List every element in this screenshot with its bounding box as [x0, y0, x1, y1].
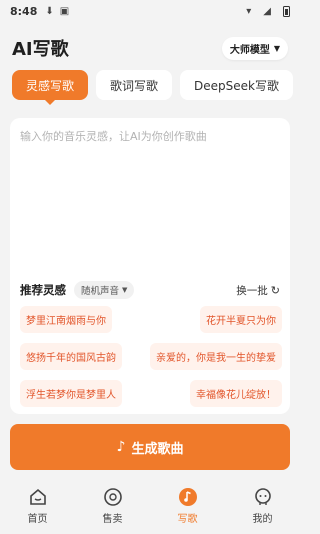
signal-icon: ◢: [263, 5, 271, 17]
status-bar: 8:48 ⬇ ▣ ▾ ◢: [0, 0, 300, 22]
nav-profile[interactable]: 我的: [233, 487, 293, 525]
mode-tabs: 灵感写歌 歌词写歌 DeepSeek写歌: [0, 70, 300, 106]
nav-write[interactable]: 写歌: [158, 487, 218, 525]
chip-row: 浮生若梦你是梦里人 幸福像花儿绽放！: [20, 380, 282, 407]
app-notification-icon: ▣: [59, 5, 70, 17]
recommend-header: 推荐灵感 随机声音 ▼ 换一批 ↻: [20, 280, 280, 300]
inspiration-chip[interactable]: 浮生若梦你是梦里人: [20, 380, 122, 407]
chip-row: 梦里江南烟雨与你 花开半夏只为你: [20, 306, 282, 333]
music-note-icon: ♪: [116, 439, 126, 455]
tab-lyrics[interactable]: 歌词写歌: [96, 70, 173, 100]
inspiration-chip[interactable]: 花开半夏只为你: [200, 306, 282, 333]
disc-icon: [103, 487, 123, 507]
inspiration-chip[interactable]: 亲爱的，你是我一生的挚爱: [150, 343, 282, 370]
app-header: AI写歌 大师模型 ▼: [0, 30, 300, 66]
generate-song-button[interactable]: ♪ 生成歌曲: [10, 424, 290, 470]
refresh-label: 换一批: [236, 284, 268, 297]
refresh-icon: ↻: [270, 283, 280, 297]
bottom-nav: 首页 售卖 写歌 我的: [0, 478, 300, 534]
chevron-down-icon: ▼: [273, 43, 280, 53]
voice-mode-label: 随机声音: [81, 286, 120, 297]
music-note-icon: [178, 487, 198, 507]
download-icon: ⬇: [45, 5, 54, 17]
home-icon: [28, 487, 48, 507]
refresh-button[interactable]: 换一批 ↻: [236, 283, 280, 298]
inspiration-chip[interactable]: 梦里江南烟雨与你: [20, 306, 112, 333]
inspiration-chip[interactable]: 幸福像花儿绽放！: [190, 380, 282, 407]
voice-mode-select[interactable]: 随机声音 ▼: [74, 281, 135, 299]
chip-row: 悠扬千年的国风古韵 亲爱的，你是我一生的挚爱: [20, 343, 282, 370]
caret-down-icon: ▼: [122, 286, 128, 294]
model-label: 大师模型: [229, 44, 270, 56]
nav-sell[interactable]: 售卖: [83, 487, 143, 525]
nav-label: 售卖: [102, 514, 123, 525]
tab-label: DeepSeek写歌: [194, 78, 279, 93]
inspiration-input[interactable]: [20, 128, 280, 268]
recommend-title: 推荐灵感: [20, 283, 66, 297]
model-selector[interactable]: 大师模型 ▼: [221, 36, 288, 60]
profile-icon: [253, 487, 273, 507]
page-title: AI写歌: [12, 39, 69, 60]
tab-label: 歌词写歌: [110, 78, 159, 93]
nav-label: 写歌: [177, 514, 198, 525]
tab-label: 灵感写歌: [26, 78, 75, 93]
wifi-icon: ▾: [246, 5, 252, 17]
inspiration-chip[interactable]: 悠扬千年的国风古韵: [20, 343, 122, 370]
status-time: 8:48: [10, 4, 38, 18]
editor-card: 推荐灵感 随机声音 ▼ 换一批 ↻ 梦里江南烟雨与你 花开半夏只为你 悠扬千年的…: [10, 118, 290, 414]
generate-label: 生成歌曲: [131, 441, 184, 457]
nav-label: 我的: [252, 514, 273, 525]
tab-inspiration[interactable]: 灵感写歌: [12, 70, 89, 100]
tab-deepseek[interactable]: DeepSeek写歌: [180, 70, 293, 100]
inspiration-chips: 梦里江南烟雨与你 花开半夏只为你 悠扬千年的国风古韵 亲爱的，你是我一生的挚爱 …: [20, 306, 282, 417]
nav-home[interactable]: 首页: [8, 487, 68, 525]
battery-icon: [283, 5, 290, 17]
nav-label: 首页: [27, 514, 48, 525]
